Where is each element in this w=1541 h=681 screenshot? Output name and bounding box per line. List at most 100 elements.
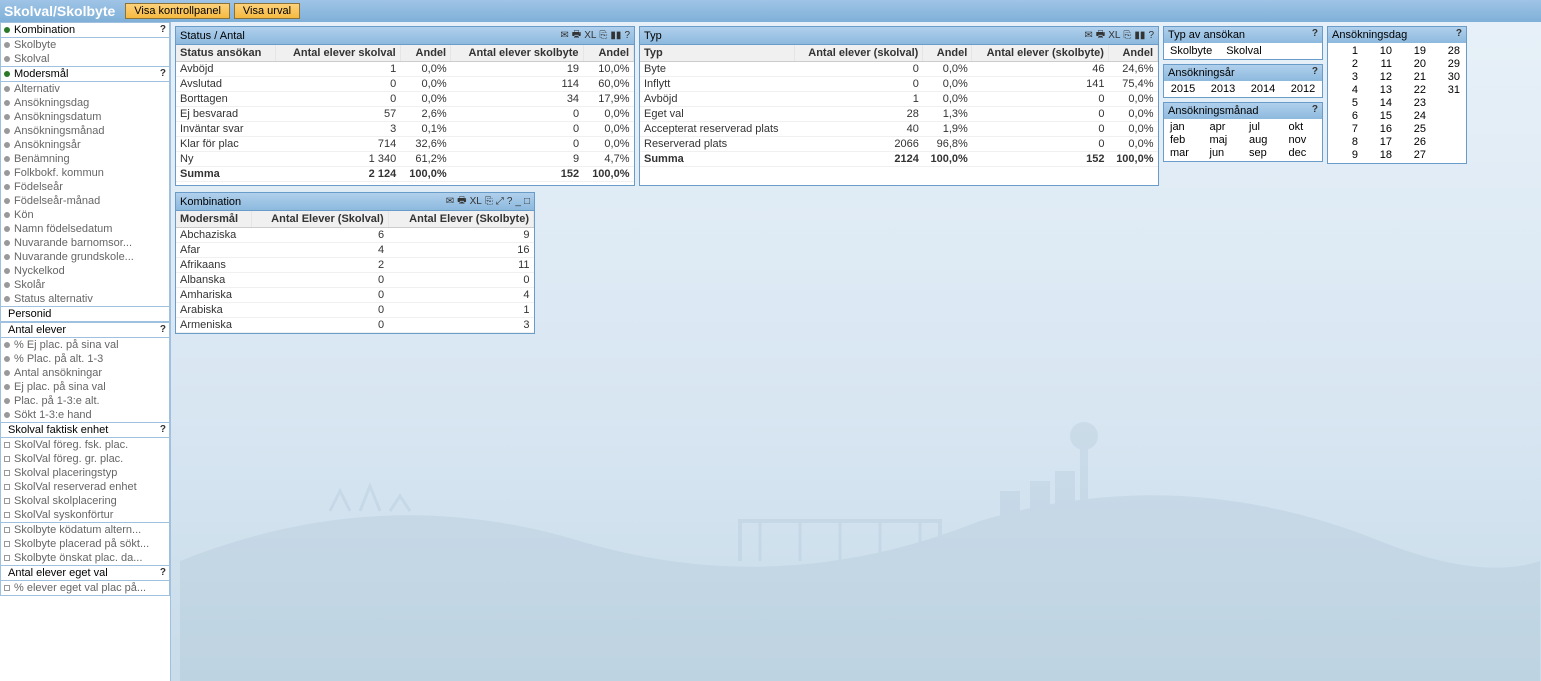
col-header[interactable]: Antal elever skolval <box>276 45 400 62</box>
day-opt[interactable]: 16 <box>1366 123 1394 135</box>
show-selection-button[interactable]: Visa urval <box>234 3 300 19</box>
sidebar-item[interactable]: Plac. på 1-3:e alt. <box>1 394 169 408</box>
excel-icon[interactable]: XL <box>1108 30 1120 41</box>
col-header[interactable]: Andel <box>583 45 633 62</box>
table-row[interactable]: Avböjd10,0%1910,0% <box>176 62 634 77</box>
day-opt[interactable]: 24 <box>1400 110 1428 122</box>
sidebar-head-antalelever[interactable]: Antal elever? <box>1 323 169 338</box>
month-opt[interactable]: maj <box>1208 134 1240 146</box>
sidebar-item[interactable]: Kön <box>1 208 169 222</box>
chart-icon[interactable]: ▮▮ <box>1134 30 1145 41</box>
sidebar-item[interactable]: SkolVal föreg. fsk. plac. <box>1 438 169 452</box>
help-icon[interactable]: ? <box>624 30 630 41</box>
day-opt[interactable]: 4 <box>1332 84 1360 96</box>
sidebar-item[interactable]: % elever eget val plac på... <box>1 581 169 595</box>
help-icon[interactable]: ? <box>160 424 166 435</box>
table-row[interactable]: Abchaziska69 <box>176 228 534 243</box>
sidebar-item[interactable]: Skolbyte <box>1 38 169 52</box>
help-icon[interactable]: ? <box>1148 30 1154 41</box>
sidebar-item[interactable]: Antal ansökningar <box>1 366 169 380</box>
day-opt[interactable]: 27 <box>1400 149 1428 161</box>
print-icon[interactable]: 🖶 <box>457 193 466 210</box>
minimize-icon[interactable]: _ <box>515 196 521 207</box>
table-row[interactable]: Afrikaans211 <box>176 258 534 273</box>
help-icon[interactable]: ? <box>160 68 166 79</box>
day-opt[interactable]: 15 <box>1366 110 1394 122</box>
month-opt[interactable]: aug <box>1247 134 1279 146</box>
table-row[interactable]: Reserverad plats206696,8%00,0% <box>640 137 1158 152</box>
sidebar-item[interactable]: Ansökningsdatum <box>1 110 169 124</box>
col-header[interactable]: Antal Elever (Skolbyte) <box>388 211 533 228</box>
help-icon[interactable]: ? <box>160 24 166 35</box>
sidebar-item[interactable]: Ansökningsmånad <box>1 124 169 138</box>
day-opt[interactable]: 11 <box>1366 58 1394 70</box>
day-opt[interactable]: 9 <box>1332 149 1360 161</box>
sidebar-item[interactable]: % Ej plac. på sina val <box>1 338 169 352</box>
help-icon[interactable]: ? <box>1312 66 1318 77</box>
send-icon[interactable]: ✉ <box>560 30 568 41</box>
chart-icon[interactable]: ▮▮ <box>610 30 621 41</box>
col-header[interactable]: Modersmål <box>176 211 251 228</box>
day-opt[interactable]: 31 <box>1434 84 1462 96</box>
day-opt[interactable]: 17 <box>1366 136 1394 148</box>
year-opt[interactable]: 2013 <box>1209 83 1237 95</box>
month-opt[interactable]: dec <box>1287 147 1319 159</box>
table-row[interactable]: Accepterat reserverad plats401,9%00,0% <box>640 122 1158 137</box>
sidebar-item[interactable]: Skolbyte ködatum altern... <box>1 523 169 537</box>
table-row[interactable]: Byte00,0%4624,6% <box>640 62 1158 77</box>
col-header[interactable]: Andel <box>400 45 450 62</box>
table-row[interactable]: Arabiska01 <box>176 303 534 318</box>
sidebar-item[interactable]: Nyckelkod <box>1 264 169 278</box>
table-row[interactable]: Albanska00 <box>176 273 534 288</box>
sidebar-item[interactable]: Födelseår <box>1 180 169 194</box>
day-opt[interactable]: 28 <box>1434 45 1462 57</box>
month-opt[interactable]: mar <box>1168 147 1200 159</box>
month-opt[interactable]: jan <box>1168 121 1200 133</box>
month-opt[interactable]: apr <box>1208 121 1240 133</box>
copy-icon[interactable]: ⎘ <box>599 30 607 41</box>
day-opt[interactable]: 19 <box>1400 45 1428 57</box>
col-header[interactable]: Antal elever skolbyte <box>451 45 583 62</box>
send-icon[interactable]: ✉ <box>446 196 454 207</box>
month-opt[interactable]: feb <box>1168 134 1200 146</box>
sidebar-item[interactable]: Benämning <box>1 152 169 166</box>
excel-icon[interactable]: XL <box>470 196 482 207</box>
sidebar-item[interactable]: Skolbyte placerad på sökt... <box>1 537 169 551</box>
sidebar-item[interactable]: Skolval <box>1 52 169 66</box>
day-opt[interactable]: 6 <box>1332 110 1360 122</box>
sidebar-item[interactable]: Folkbokf. kommun <box>1 166 169 180</box>
show-panel-button[interactable]: Visa kontrollpanel <box>125 3 230 19</box>
help-icon[interactable]: ? <box>1312 104 1318 115</box>
table-row[interactable]: Inväntar svar30,1%00,0% <box>176 122 634 137</box>
col-header[interactable]: Andel <box>923 45 972 62</box>
help-icon[interactable]: ? <box>160 324 166 335</box>
sidebar-item[interactable]: SkolVal reserverad enhet <box>1 480 169 494</box>
sidebar-item[interactable]: SkolVal syskonförtur <box>1 508 169 522</box>
table-row[interactable]: Avslutad00,0%11460,0% <box>176 77 634 92</box>
table-row[interactable]: Ej besvarad572,6%00,0% <box>176 107 634 122</box>
day-opt[interactable]: 8 <box>1332 136 1360 148</box>
print-icon[interactable]: 🖶 <box>572 27 581 44</box>
table-row[interactable]: Borttagen00,0%3417,9% <box>176 92 634 107</box>
sidebar-item[interactable]: Nuvarande barnomsor... <box>1 236 169 250</box>
col-header[interactable]: Antal elever (skolval) <box>794 45 923 62</box>
table-row[interactable]: Ny1 34061,2%94,7% <box>176 152 634 167</box>
day-opt[interactable]: 1 <box>1332 45 1360 57</box>
help-icon[interactable]: ? <box>1456 28 1462 39</box>
copy-icon[interactable]: ⎘ <box>1123 30 1131 41</box>
sidebar-item[interactable]: Skolbyte önskat plac. da... <box>1 551 169 565</box>
sidebar-head-kombination[interactable]: Kombination? <box>1 23 169 38</box>
maximize-icon[interactable]: □ <box>524 196 530 207</box>
col-header[interactable]: Antal Elever (Skolval) <box>251 211 388 228</box>
day-opt[interactable]: 18 <box>1366 149 1394 161</box>
excel-icon[interactable]: XL <box>584 30 596 41</box>
table-row[interactable]: Eget val281,3%00,0% <box>640 107 1158 122</box>
sidebar-head-modersmal[interactable]: Modersmål? <box>1 67 169 82</box>
sidebar-item[interactable]: Nuvarande grundskole... <box>1 250 169 264</box>
expand-icon[interactable]: ⤢ <box>496 196 504 207</box>
month-opt[interactable]: okt <box>1287 121 1319 133</box>
day-opt[interactable]: 21 <box>1400 71 1428 83</box>
table-row[interactable]: Inflytt00,0%14175,4% <box>640 77 1158 92</box>
help-icon[interactable]: ? <box>1312 28 1318 39</box>
help-icon[interactable]: ? <box>507 196 513 207</box>
